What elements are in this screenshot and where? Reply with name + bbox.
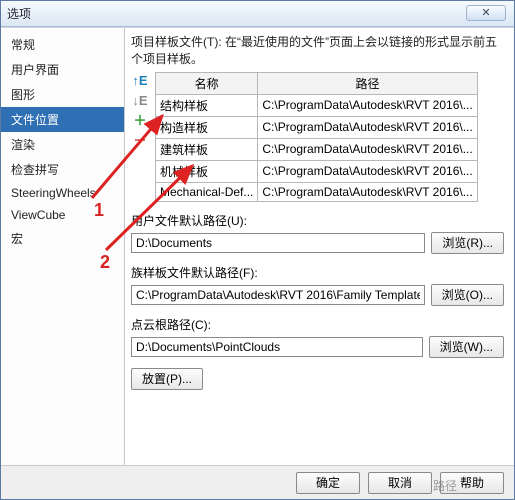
sidebar-item-ui[interactable]: 用户界面: [1, 57, 124, 82]
cell-path[interactable]: C:\ProgramData\Autodesk\RVT 2016\...: [258, 160, 477, 182]
col-header-name[interactable]: 名称: [156, 72, 258, 94]
cell-name[interactable]: 机械样板: [156, 160, 258, 182]
remove-row-button[interactable]: －: [132, 134, 148, 150]
userfiles-browse-button[interactable]: 浏览(R)...: [431, 232, 504, 254]
titlebar: 选项 ✕: [1, 1, 514, 27]
sidebar-item-spellcheck[interactable]: 检查拼写: [1, 157, 124, 182]
options-dialog: 选项 ✕ 常规 用户界面 图形 文件位置 渲染 检查拼写 SteeringWhe…: [0, 0, 515, 500]
cell-path[interactable]: C:\ProgramData\Autodesk\RVT 2016\...: [258, 116, 477, 138]
template-desc: 项目样板文件(T): 在“最近使用的文件”页面上会以链接的形式显示前五个项目样板…: [131, 34, 504, 68]
col-header-path[interactable]: 路径: [258, 72, 477, 94]
move-down-button[interactable]: ↓E: [132, 94, 148, 110]
sidebar-item-viewcube[interactable]: ViewCube: [1, 204, 124, 226]
watermark: 路径: [433, 477, 457, 494]
family-browse-button[interactable]: 浏览(O)...: [431, 284, 504, 306]
cell-path[interactable]: C:\ProgramData\Autodesk\RVT 2016\...: [258, 138, 477, 160]
main-panel: 项目样板文件(T): 在“最近使用的文件”页面上会以链接的形式显示前五个项目样板…: [125, 28, 514, 465]
template-table[interactable]: 名称 路径 结构样板 C:\ProgramData\Autodesk\RVT 2…: [155, 72, 478, 202]
table-row[interactable]: Mechanical-Def... C:\ProgramData\Autodes…: [156, 182, 478, 201]
userfiles-input[interactable]: [131, 233, 425, 253]
cell-name[interactable]: 建筑样板: [156, 138, 258, 160]
pointcloud-field: 点云根路径(C): 浏览(W)...: [131, 316, 504, 358]
family-input[interactable]: [131, 285, 425, 305]
family-label: 族样板文件默认路径(F):: [131, 264, 504, 281]
close-button[interactable]: ✕: [466, 5, 506, 21]
sidebar-item-macros[interactable]: 宏: [1, 226, 124, 251]
pointcloud-browse-button[interactable]: 浏览(W)...: [429, 336, 504, 358]
move-up-button[interactable]: ↑E: [132, 74, 148, 90]
sidebar: 常规 用户界面 图形 文件位置 渲染 检查拼写 SteeringWheels V…: [1, 28, 125, 465]
places-button[interactable]: 放置(P)...: [131, 368, 203, 390]
sidebar-item-file-locations[interactable]: 文件位置: [1, 107, 124, 132]
template-table-area: ↑E ↓E ＋ － 名称 路径 结构样板 C:\: [131, 72, 504, 202]
add-row-button[interactable]: ＋: [132, 114, 148, 130]
sidebar-item-general[interactable]: 常规: [1, 32, 124, 57]
table-row[interactable]: 结构样板 C:\ProgramData\Autodesk\RVT 2016\..…: [156, 94, 478, 116]
cell-path[interactable]: C:\ProgramData\Autodesk\RVT 2016\...: [258, 182, 477, 201]
cancel-button[interactable]: 取消: [368, 472, 432, 494]
pointcloud-input[interactable]: [131, 337, 423, 357]
table-tool-column: ↑E ↓E ＋ －: [131, 72, 149, 202]
table-row[interactable]: 建筑样板 C:\ProgramData\Autodesk\RVT 2016\..…: [156, 138, 478, 160]
sidebar-item-graphics[interactable]: 图形: [1, 82, 124, 107]
sidebar-item-steeringwheels[interactable]: SteeringWheels: [1, 182, 124, 204]
cell-name[interactable]: Mechanical-Def...: [156, 182, 258, 201]
cell-name[interactable]: 构造样板: [156, 116, 258, 138]
userfiles-label: 用户文件默认路径(U):: [131, 212, 504, 229]
userfiles-field: 用户文件默认路径(U): 浏览(R)...: [131, 212, 504, 254]
table-row[interactable]: 构造样板 C:\ProgramData\Autodesk\RVT 2016\..…: [156, 116, 478, 138]
pointcloud-label: 点云根路径(C):: [131, 316, 504, 333]
cell-name[interactable]: 结构样板: [156, 94, 258, 116]
cell-path[interactable]: C:\ProgramData\Autodesk\RVT 2016\...: [258, 94, 477, 116]
sidebar-item-render[interactable]: 渲染: [1, 132, 124, 157]
window-title: 选项: [7, 5, 31, 22]
ok-button[interactable]: 确定: [296, 472, 360, 494]
table-row[interactable]: 机械样板 C:\ProgramData\Autodesk\RVT 2016\..…: [156, 160, 478, 182]
dialog-body: 常规 用户界面 图形 文件位置 渲染 检查拼写 SteeringWheels V…: [1, 27, 514, 465]
family-field: 族样板文件默认路径(F): 浏览(O)...: [131, 264, 504, 306]
